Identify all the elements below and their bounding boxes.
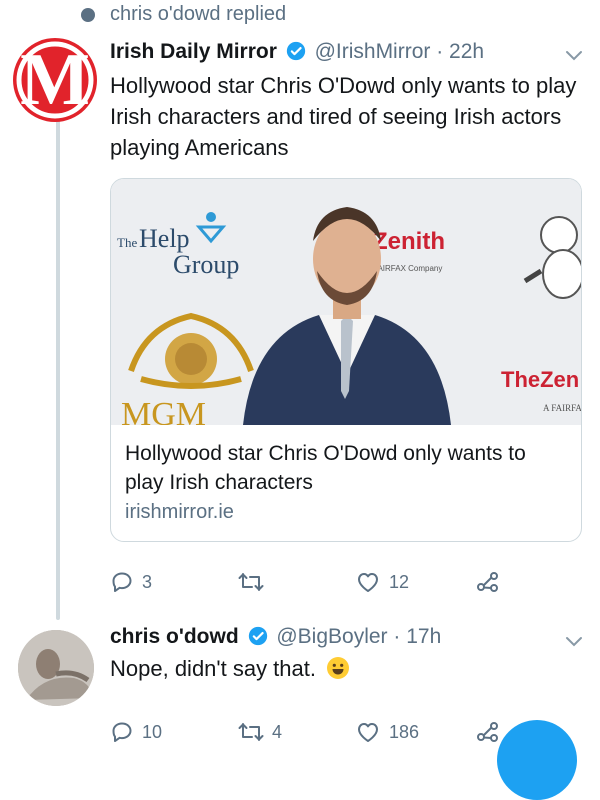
svg-text:MGM: MGM xyxy=(121,396,206,425)
like-icon xyxy=(358,573,378,592)
tweet-header: Irish Daily Mirror @IrishMirror · 22h xyxy=(110,40,484,64)
replied-indicator-icon xyxy=(81,8,95,22)
reply-button[interactable]: 10 xyxy=(110,720,162,744)
like-button[interactable]: 186 xyxy=(355,720,419,744)
retweet-count: 4 xyxy=(272,721,283,742)
tweet-text: Hollywood star Chris O'Dowd only wants t… xyxy=(110,73,577,160)
share-button[interactable] xyxy=(475,570,509,594)
tweet-time[interactable]: · 22h xyxy=(436,40,484,63)
retweet-icon xyxy=(238,573,264,591)
retweet-icon xyxy=(238,723,264,741)
card-title: Hollywood star Chris O'Dowd only wants t… xyxy=(125,442,526,494)
svg-text:FAIRFAX Company: FAIRFAX Company xyxy=(373,264,442,273)
avatar-letter: M xyxy=(20,39,90,121)
tweet-time[interactable]: · 17h xyxy=(393,625,441,648)
card-image: The Help Group MGM Zenith FAIRFAX Compan… xyxy=(111,179,581,433)
link-card[interactable]: The Help Group MGM Zenith FAIRFAX Compan… xyxy=(110,178,582,542)
retweet-button[interactable]: 4 xyxy=(238,720,282,744)
like-icon xyxy=(358,723,378,742)
like-count: 12 xyxy=(389,571,410,592)
reply-icon xyxy=(112,572,132,592)
reply-button[interactable]: 3 xyxy=(110,570,152,594)
thread-line xyxy=(56,120,60,620)
replied-context-label: chris o'dowd replied xyxy=(110,3,287,25)
svg-text:Help: Help xyxy=(139,224,190,253)
author-handle[interactable]: @BigBoyler xyxy=(276,625,387,648)
reply-count: 3 xyxy=(142,571,153,592)
compose-tweet-button[interactable] xyxy=(497,720,577,800)
avatar-photo xyxy=(18,630,94,706)
reply-count: 10 xyxy=(142,721,163,742)
share-icon xyxy=(477,722,498,742)
tweet-text: Nope, didn't say that. xyxy=(110,656,350,682)
chevron-down-icon[interactable] xyxy=(565,50,583,62)
author-name[interactable]: Irish Daily Mirror xyxy=(110,40,277,63)
svg-text:TheZen: TheZen xyxy=(501,367,579,392)
like-button[interactable]: 12 xyxy=(355,570,409,594)
like-count: 186 xyxy=(389,721,420,742)
reply-icon xyxy=(112,722,132,742)
author-name[interactable]: chris o'dowd xyxy=(110,625,239,648)
retweet-button[interactable] xyxy=(238,570,272,594)
svg-text:Group: Group xyxy=(173,250,239,279)
svg-text:A FAIRFAX: A FAIRFAX xyxy=(543,403,581,413)
tweet-header: chris o'dowd @BigBoyler · 17h xyxy=(110,625,441,649)
share-icon xyxy=(477,572,498,592)
card-domain: irishmirror.ie xyxy=(125,501,234,523)
verified-badge-icon xyxy=(286,41,305,61)
author-handle[interactable]: @IrishMirror xyxy=(315,40,431,63)
svg-text:Zenith: Zenith xyxy=(373,228,445,255)
card-photo-illustration: The Help Group MGM Zenith FAIRFAX Compan… xyxy=(111,179,581,433)
verified-badge-icon xyxy=(248,626,267,646)
reply-text-content: Nope, didn't say that. xyxy=(110,656,316,681)
smiley-emoji-icon xyxy=(327,657,350,679)
avatar[interactable]: M xyxy=(13,38,97,122)
avatar[interactable] xyxy=(18,630,94,706)
svg-text:The: The xyxy=(117,235,137,250)
chevron-down-icon[interactable] xyxy=(565,636,583,648)
